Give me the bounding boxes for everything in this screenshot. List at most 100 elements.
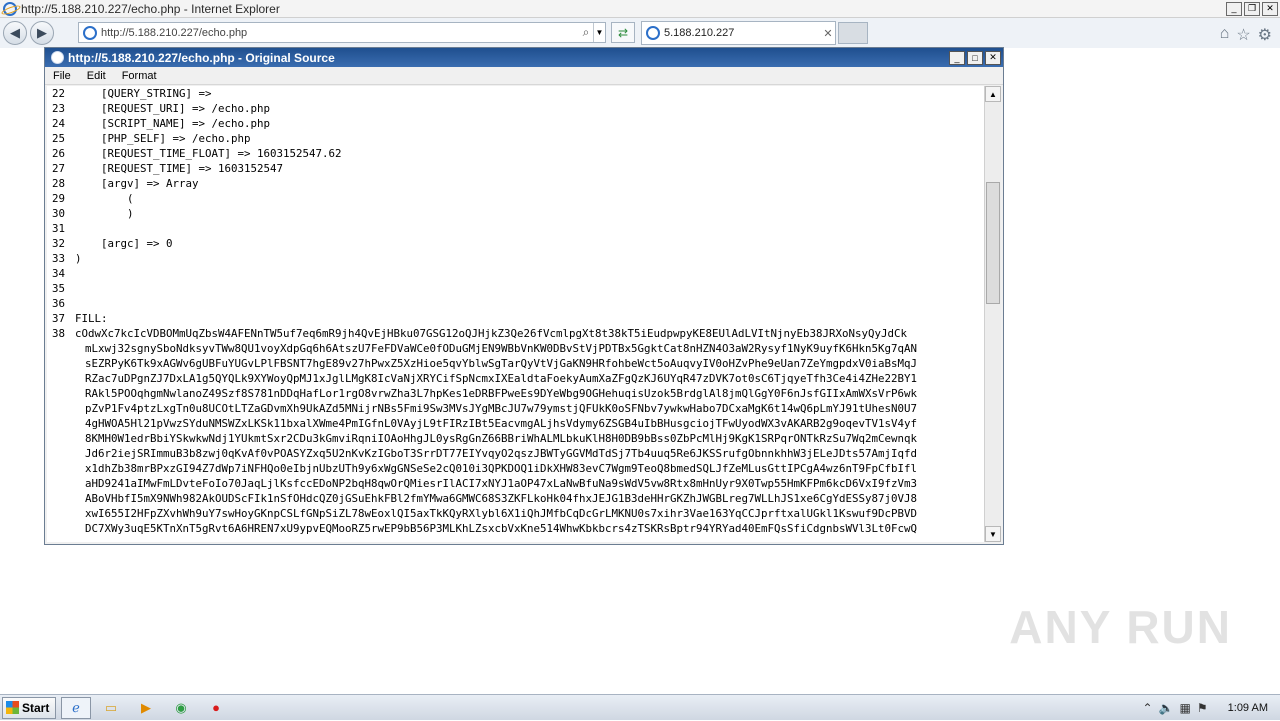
address-bar[interactable]: http://5.188.210.227/echo.php ⌕ ▼ [78,22,606,43]
menu-file[interactable]: File [45,70,79,82]
tab-title: 5.188.210.227 [664,27,735,39]
code-line: 33) [47,251,985,266]
source-title-bar: http://5.188.210.227/echo.php - Original… [45,48,1003,67]
code-line: 35 [47,281,985,296]
wrapped-fill-line: 8KMH0W1edrBbiYSkwkwNdj1YUkmtSxr2CDu3kGmv… [85,432,918,445]
menu-edit[interactable]: Edit [79,70,114,82]
wrapped-fill-line: sEZRPyK6Tk9xAGWv6gUBFuYUGvLPlFBSNT7hgE89… [85,357,918,370]
line-number: 31 [51,222,65,235]
line-text: [PHP_SELF] => /echo.php [75,132,251,145]
source-close-button[interactable]: ✕ [985,50,1001,65]
line-text [75,281,985,296]
line-text: [argv] => Array [75,177,199,190]
network-icon[interactable]: ▦ [1180,701,1191,715]
scroll-up-button[interactable]: ▲ [985,86,1001,102]
line-text: ) [75,252,82,265]
line-number: 23 [51,102,65,115]
line-text [75,221,985,236]
forward-button[interactable]: ▶ [30,21,54,45]
code-line: 22 [QUERY_STRING] => [47,86,985,101]
line-text: [SCRIPT_NAME] => /echo.php [75,117,271,130]
wrapped-fill-line: pZvP1Fv4ptzLxgTn0u8UCOtLTZaGDvmXh9UkAZd5… [85,402,918,415]
line-number: 36 [51,297,65,310]
code-line: 26 [REQUEST_TIME_FLOAT] => 1603152547.62 [47,146,985,161]
windows-flag-icon [6,701,19,714]
tab-ie-icon [646,26,660,40]
code-line: 31 [47,221,985,236]
back-button[interactable]: ◀ [3,21,27,45]
scroll-thumb[interactable] [986,182,1000,304]
compat-refresh-button[interactable]: ⇄ [611,22,635,43]
vertical-scrollbar[interactable]: ▲ ▼ [984,86,1001,542]
wrapped-fill-line: ABoVHbfI5mX9NWh982AkOUDScFIk1nSfOHdcQZ0j… [85,492,918,505]
start-label: Start [22,700,50,715]
wrapped-fill-line: RZac7uDPgnZJ7DxLA1g5QYQLk9XYWoyQpMJ1xJgl… [85,372,918,385]
new-tab-button[interactable] [838,22,868,44]
action-center-flag-icon[interactable]: ⚑ [1197,701,1208,715]
line-text: cOdwXc7kcIcVDBOMmUqZbsW4AFENnTW5uf7eq6mR… [75,327,908,340]
line-text: FILL: [75,312,108,325]
address-input[interactable]: http://5.188.210.227/echo.php [101,27,579,39]
wrapped-fill-line: DC7XWy3uqE5KTnXnT5gRvt6A6HREN7xU9ypvEQMo… [85,522,918,535]
home-icon[interactable]: ⌂ [1220,25,1230,45]
taskbar-clock[interactable]: 1:09 AM [1228,702,1268,714]
line-number: 30 [51,207,65,220]
line-text [75,296,985,311]
ie-navigation-bar: ◀ ▶ http://5.188.210.227/echo.php ⌕ ▼ ⇄ … [0,18,1280,48]
ie-title-bar: http://5.188.210.227/echo.php - Internet… [0,0,1280,18]
tab-close-icon[interactable]: ✕ [821,27,835,40]
wrapped-fill-line: x1dhZb38mrBPxzGI94Z7dWp7iNFHQo0eIbjnUbzU… [85,462,918,475]
line-number: 26 [51,147,65,160]
line-number: 33 [51,252,65,265]
line-text: ( [75,192,134,205]
line-text [75,266,985,281]
code-line: 27 [REQUEST_TIME] => 1603152547 [47,161,985,176]
minimize-button[interactable]: _ [1226,1,1242,16]
line-number: 32 [51,237,65,250]
wrapped-fill-line: RAkl5POOqhgmNwlanoZ49Szf8S781nDDqHafLor1… [85,387,918,400]
source-menu-bar: File Edit Format [45,67,1003,85]
ie-toolbar-icons: ⌂ ☆ ⚙ [1220,25,1272,45]
code-line: 37 FILL: [47,311,985,326]
line-text: [QUERY_STRING] => [75,87,212,100]
code-line: 38 cOdwXc7kcIcVDBOMmUqZbsW4AFENnTW5uf7eq6… [47,326,985,341]
code-line: 25 [PHP_SELF] => /echo.php [47,131,985,146]
scroll-down-button[interactable]: ▼ [985,526,1001,542]
anyrun-watermark: ANY RUN [1009,601,1232,653]
system-tray: ⌃ 🔈 ▦ ⚑ 1:09 AM [1143,695,1280,721]
source-window-icon [51,51,64,64]
line-text: [REQUEST_TIME_FLOAT] => 1603152547.62 [75,147,342,160]
wrapped-fill-line: 4gHWOA5Hl21pVwzSYduNMSWZxLKSk11bxalXWme4… [85,417,918,430]
line-text: ) [75,207,134,220]
code-line: 28 [argv] => Array [47,176,985,191]
start-button[interactable]: Start [2,696,56,719]
menu-format[interactable]: Format [114,70,165,82]
source-window-title: http://5.188.210.227/echo.php - Original… [68,50,335,65]
line-number: 37 [51,312,65,325]
line-number: 22 [51,87,65,100]
taskbar-media-player-icon[interactable]: ▶ [131,697,161,719]
tray-expand-icon[interactable]: ⌃ [1143,701,1153,715]
taskbar-chrome-icon[interactable]: ◉ [166,697,196,719]
source-minimize-button[interactable]: _ [949,50,965,65]
restore-button[interactable]: ❐ [1244,1,1260,16]
close-button[interactable]: ✕ [1262,1,1278,16]
taskbar-ie-icon[interactable]: ℯ [61,696,91,719]
browser-tab[interactable]: 5.188.210.227 ✕ [641,21,836,45]
volume-icon[interactable]: 🔈 [1159,701,1174,715]
taskbar-red-app-icon[interactable]: ● [201,697,231,719]
favorites-star-icon[interactable]: ☆ [1236,25,1250,45]
wrapped-fill-line: xwI655I2HFpZXvhWh9uY7swHoyGKnpCSLfGNpSiZ… [85,507,918,520]
code-line: 24 [SCRIPT_NAME] => /echo.php [47,116,985,131]
source-window: http://5.188.210.227/echo.php - Original… [44,47,1004,545]
tools-gear-icon[interactable]: ⚙ [1258,25,1272,45]
address-dropdown-button[interactable]: ▼ [593,23,605,42]
source-maximize-button[interactable]: □ [967,50,983,65]
source-code-area[interactable]: 22 [QUERY_STRING] => 23 [REQUEST_URI] => … [47,86,985,542]
line-number: 24 [51,117,65,130]
taskbar-explorer-folder-icon[interactable]: ▭ [96,697,126,719]
line-number: 34 [51,267,65,280]
search-icon[interactable]: ⌕ [579,25,593,40]
line-number: 27 [51,162,65,175]
wrapped-fill-line: aHD9241aIMwFmLDvteFoIo70JaqLjlKsfccEDoNP… [85,477,918,490]
